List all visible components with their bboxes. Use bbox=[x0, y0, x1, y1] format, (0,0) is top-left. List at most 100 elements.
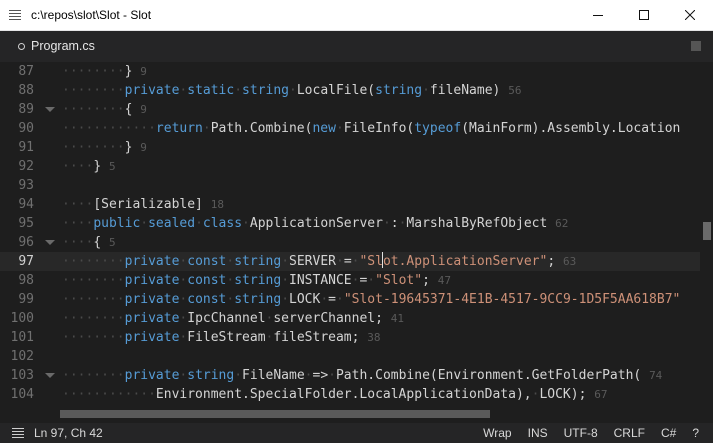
app-menu-icon[interactable] bbox=[9, 9, 23, 21]
fold-arrow-icon[interactable] bbox=[45, 240, 55, 245]
code-line[interactable]: 102 bbox=[0, 347, 700, 366]
code-line[interactable]: 94 ····[Serializable] 18 bbox=[0, 195, 700, 214]
code-line[interactable]: 96 ····{ 5 bbox=[0, 233, 700, 252]
keyword: sealed bbox=[148, 216, 196, 231]
close-button[interactable] bbox=[667, 0, 713, 31]
whitespace-marker: ···· bbox=[62, 159, 94, 174]
language-selector[interactable]: C# bbox=[661, 426, 676, 440]
code-content: ········private·string·FileName·=>·Path.… bbox=[62, 366, 662, 385]
code-text: INSTANCE bbox=[289, 273, 352, 288]
whitespace-marker: · bbox=[304, 368, 313, 383]
code-line[interactable]: 100 ········private·IpcChannel·serverChan… bbox=[0, 309, 700, 328]
line-number: 97 bbox=[18, 254, 34, 269]
code-text: ApplicationServer bbox=[249, 216, 383, 231]
whitespace-marker: · bbox=[202, 121, 211, 136]
tab-overflow-icon[interactable] bbox=[691, 41, 701, 51]
whitespace-marker: ········ bbox=[62, 368, 125, 383]
keyword: return bbox=[155, 121, 203, 136]
whitespace-marker: · bbox=[242, 216, 250, 231]
code-content: ········private·static·string·LocalFile(… bbox=[62, 81, 521, 100]
whitespace-marker: ········ bbox=[62, 292, 125, 307]
code-line[interactable]: 87 ········} 9 bbox=[0, 62, 700, 81]
code-text: { bbox=[93, 235, 109, 250]
help-button[interactable]: ? bbox=[692, 426, 699, 440]
code-line[interactable]: 93 bbox=[0, 176, 700, 195]
char-count: 74 bbox=[649, 369, 663, 382]
whitespace-marker: ············ bbox=[62, 387, 156, 402]
code-line[interactable]: 95 ····public·sealed·class·ApplicationSer… bbox=[0, 214, 700, 233]
whitespace-marker: ········ bbox=[62, 330, 125, 345]
tab-bar: Program.cs bbox=[0, 31, 713, 62]
horizontal-scrollbar-thumb[interactable] bbox=[60, 410, 490, 418]
char-count: 18 bbox=[210, 198, 224, 211]
code-line[interactable]: 105 bbox=[0, 404, 700, 406]
fold-arrow-icon[interactable] bbox=[45, 373, 55, 378]
whitespace-marker: ········ bbox=[62, 140, 125, 155]
code-text: } bbox=[124, 140, 141, 155]
whitespace-marker: · bbox=[281, 273, 290, 288]
code-line[interactable]: 104 ············Environment.SpecialFolder… bbox=[0, 385, 700, 404]
code-content: ········private·IpcChannel·serverChannel… bbox=[62, 309, 404, 328]
line-number: 94 bbox=[18, 197, 34, 212]
code-text: ; bbox=[422, 273, 438, 288]
fold-arrow-icon[interactable] bbox=[45, 107, 55, 112]
code-line[interactable]: 103 ········private·string·FileName·=>·Pa… bbox=[0, 366, 700, 385]
char-count: 47 bbox=[437, 274, 451, 287]
code-editor[interactable]: 87 ········} 9 88 ········private·static·st… bbox=[0, 62, 700, 406]
char-count: 5 bbox=[108, 160, 116, 173]
code-text: } bbox=[93, 159, 109, 174]
code-line[interactable]: 99 ········private·const·string·LOCK·=·"S… bbox=[0, 290, 700, 309]
code-content: ········private·const·string·SERVER·=·"S… bbox=[62, 252, 576, 271]
whitespace-marker: · bbox=[335, 121, 344, 136]
keyword: string bbox=[375, 83, 423, 98]
status-menu-icon[interactable] bbox=[12, 428, 24, 438]
keyword: const bbox=[187, 292, 227, 307]
line-number: 100 bbox=[10, 311, 34, 326]
insert-mode[interactable]: INS bbox=[528, 426, 548, 440]
cursor-position[interactable]: Ln 97, Ch 42 bbox=[34, 426, 483, 440]
code-content: ········private·const·string·INSTANCE·=·… bbox=[62, 271, 451, 290]
vertical-scrollbar[interactable] bbox=[700, 62, 713, 406]
line-ending-selector[interactable]: CRLF bbox=[614, 426, 645, 440]
whitespace-marker: · bbox=[335, 254, 344, 269]
string-literal: ot.ApplicationServer" bbox=[382, 254, 548, 269]
code-text: SERVER bbox=[289, 254, 336, 269]
line-number: 96 bbox=[18, 235, 34, 250]
code-line[interactable]: 89 ········{ 9 bbox=[0, 100, 700, 119]
code-text: { bbox=[124, 102, 141, 117]
keyword: private bbox=[124, 83, 180, 98]
line-number: 101 bbox=[10, 330, 34, 345]
vertical-scrollbar-thumb[interactable] bbox=[703, 222, 711, 240]
code-line[interactable]: 101 ········private·FileStream·fileStream… bbox=[0, 328, 700, 347]
code-line[interactable]: 88 ········private·static·string·LocalFil… bbox=[0, 81, 700, 100]
keyword: private bbox=[124, 311, 180, 326]
code-text: Path.Combine( bbox=[210, 121, 313, 136]
whitespace-marker: ········ bbox=[62, 273, 125, 288]
code-text: FileStream bbox=[187, 330, 266, 345]
code-content: ········private·const·string·LOCK·=·"Slo… bbox=[62, 290, 680, 309]
string-literal: "Sl bbox=[359, 254, 383, 269]
code-content: ····[Serializable] 18 bbox=[62, 195, 224, 214]
keyword: private bbox=[124, 273, 180, 288]
whitespace-marker: · bbox=[382, 216, 391, 231]
code-content: ········} 9 bbox=[62, 62, 147, 81]
code-line[interactable]: 90 ············return·Path.Combine(new·Fi… bbox=[0, 119, 700, 138]
code-line[interactable]: 98 ········private·const·string·INSTANCE·… bbox=[0, 271, 700, 290]
code-content: ············Environment.SpecialFolder.Lo… bbox=[62, 385, 607, 404]
whitespace-marker: ········ bbox=[62, 311, 125, 326]
char-count: 5 bbox=[108, 236, 116, 249]
whitespace-marker: · bbox=[422, 83, 430, 98]
tab-program-cs[interactable]: Program.cs bbox=[18, 31, 95, 62]
char-count: 9 bbox=[140, 141, 147, 154]
line-number: 95 bbox=[18, 216, 34, 231]
encoding-selector[interactable]: UTF-8 bbox=[564, 426, 598, 440]
wrap-toggle[interactable]: Wrap bbox=[483, 426, 511, 440]
code-line[interactable]: 92 ····} 5 bbox=[0, 157, 700, 176]
maximize-button[interactable] bbox=[621, 0, 667, 31]
whitespace-marker: ···· bbox=[62, 216, 94, 231]
code-line[interactable]: 97 ········private·const·string·SERVER·=·… bbox=[0, 252, 700, 271]
code-content: ····} 5 bbox=[62, 157, 116, 176]
minimize-button[interactable] bbox=[575, 0, 621, 31]
status-bar: Ln 97, Ch 42 Wrap INS UTF-8 CRLF C# ? bbox=[0, 423, 713, 443]
code-line[interactable]: 91 ········} 9 bbox=[0, 138, 700, 157]
